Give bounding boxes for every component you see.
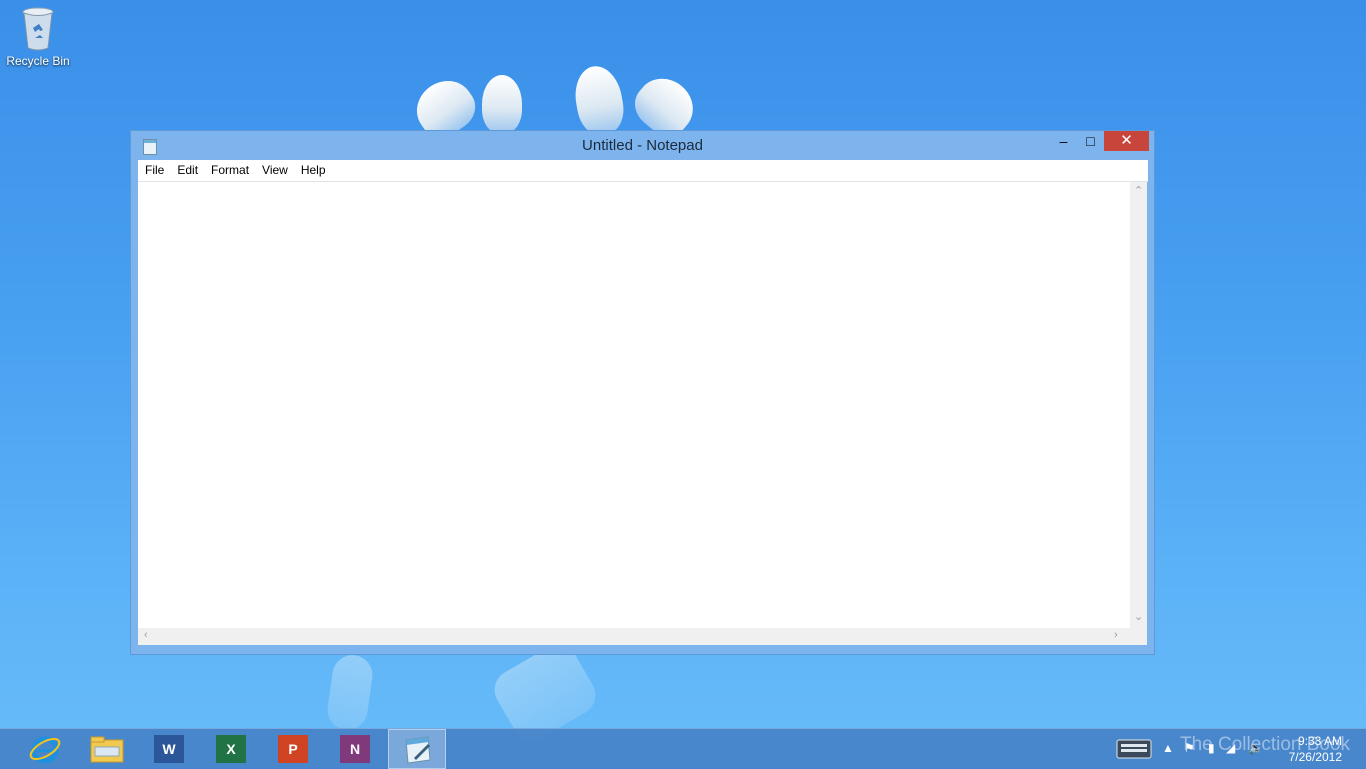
- ie-icon: [29, 736, 61, 764]
- notepad-icon: [405, 736, 431, 764]
- title-bar[interactable]: Untitled - Notepad – □ ✕: [131, 131, 1154, 161]
- resize-grip-icon[interactable]: [1130, 628, 1147, 645]
- scroll-down-arrow-icon[interactable]: ⌄: [1134, 610, 1143, 623]
- menu-view[interactable]: View: [255, 160, 294, 177]
- wallpaper-petal: [482, 75, 522, 133]
- vertical-scrollbar[interactable]: ⌃ ⌄: [1130, 182, 1147, 628]
- taskbar-internet-explorer[interactable]: [16, 729, 74, 769]
- show-hidden-icons-icon[interactable]: ▲: [1162, 741, 1174, 755]
- menu-format[interactable]: Format: [204, 160, 255, 177]
- minimize-button[interactable]: –: [1050, 131, 1077, 151]
- scroll-left-arrow-icon[interactable]: ‹: [144, 629, 148, 641]
- taskbar-excel[interactable]: X: [202, 729, 260, 769]
- excel-icon: X: [216, 735, 246, 763]
- menu-help[interactable]: Help: [294, 160, 332, 177]
- folder-icon: [90, 736, 124, 763]
- horizontal-scrollbar[interactable]: ‹ ›: [138, 628, 1130, 645]
- recycle-bin-shortcut[interactable]: Recycle Bin: [4, 6, 72, 68]
- text-editor-area[interactable]: [138, 182, 1130, 628]
- wallpaper-petal: [570, 62, 628, 138]
- scroll-right-arrow-icon[interactable]: ›: [1114, 629, 1118, 641]
- taskbar-notepad[interactable]: [388, 729, 446, 769]
- scroll-up-arrow-icon[interactable]: ⌃: [1134, 184, 1143, 197]
- taskbar-file-explorer[interactable]: [78, 729, 136, 769]
- notepad-window[interactable]: Untitled - Notepad – □ ✕ File Edit Format V…: [130, 130, 1155, 655]
- keyboard-icon[interactable]: [1116, 737, 1152, 761]
- recycle-bin-label: Recycle Bin: [6, 54, 70, 68]
- close-button[interactable]: ✕: [1104, 131, 1149, 151]
- taskbar-powerpoint[interactable]: P: [264, 729, 322, 769]
- onenote-icon: N: [340, 735, 370, 763]
- menu-edit[interactable]: Edit: [170, 160, 204, 177]
- taskbar: W X P N ▲ ⚑ ▮ ◢ 🔈 9:33 AM 7/26/2012: [0, 728, 1366, 769]
- watermark-text: The Collection Book: [1180, 734, 1351, 755]
- word-icon: W: [154, 735, 184, 763]
- window-title: Untitled - Notepad: [582, 137, 703, 154]
- powerpoint-icon: P: [278, 735, 308, 763]
- recycle-bin-icon: [21, 6, 55, 52]
- taskbar-word[interactable]: W: [140, 729, 198, 769]
- menu-file[interactable]: File: [138, 160, 170, 177]
- menu-bar: File Edit Format View Help: [138, 160, 1148, 182]
- maximize-button[interactable]: □: [1077, 131, 1104, 151]
- taskbar-onenote[interactable]: N: [326, 729, 384, 769]
- wallpaper-stem: [324, 652, 376, 733]
